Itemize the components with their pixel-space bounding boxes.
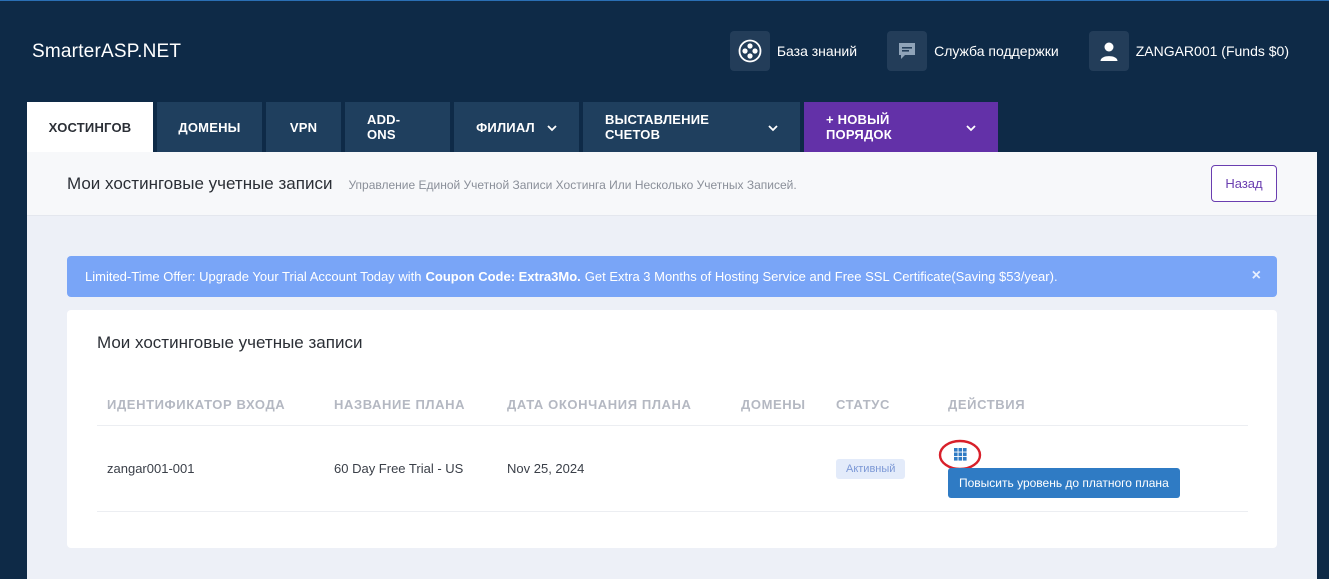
alert-text: Limited-Time Offer: Upgrade Your Trial A… (85, 269, 422, 284)
tab-label: ДОМЕНЫ (178, 119, 241, 135)
top-links: База знаний Служба поддержки ZANGAR001 (… (700, 31, 1289, 71)
tab-new-order[interactable]: + НОВЫЙ ПОРЯДОК (804, 102, 998, 152)
tab-label: ФИЛИАЛ (476, 119, 535, 135)
tab-label: + НОВЫЙ ПОРЯДОК (826, 112, 892, 142)
content-panel: Мои хостинговые учетные записи Управлени… (27, 152, 1317, 579)
tab-hosting[interactable]: ХОСТИНГОВ (27, 102, 153, 152)
tab-label: ADD-ONS (367, 112, 401, 142)
chevron-down-icon (768, 120, 778, 135)
column-header: НАЗВАНИЕ ПЛАНА (324, 397, 497, 426)
card-title: Мои хостинговые учетные записи (97, 333, 363, 352)
account-link[interactable]: ZANGAR001 (Funds $0) (1088, 31, 1289, 71)
close-icon[interactable]: × (1252, 267, 1261, 285)
chat-bubble-icon (887, 31, 928, 71)
brand-logo[interactable]: SmarterASP.NET (32, 41, 181, 63)
tab-label: VPN (289, 119, 318, 135)
page-subtitle: Управление Единой Учетной Записи Хостинг… (348, 177, 797, 192)
column-header: ДОМЕНЫ (731, 397, 826, 426)
tab-billing[interactable]: ВЫСТАВЛЕНИЕ СЧЕТОВ (583, 102, 800, 152)
tab-addons[interactable]: ADD-ONS (345, 102, 450, 152)
accounts-card: Мои хостинговые учетные записи ИДЕНТИФИК… (67, 310, 1277, 548)
table-row: zangar001-001 60 Day Free Trial - US Nov… (97, 425, 1248, 512)
support-label: Служба поддержки (934, 43, 1059, 59)
knowledge-base-label: База знаний (776, 43, 858, 59)
chevron-down-icon (966, 120, 976, 135)
column-header: ДАТА ОКОНЧАНИЯ ПЛАНА (497, 397, 731, 426)
tab-label: ХОСТИНГОВ (48, 119, 132, 135)
login-id-cell: zangar001-001 (97, 425, 324, 512)
account-label: ZANGAR001 (Funds $0) (1135, 43, 1289, 59)
promo-alert: Limited-Time Offer: Upgrade Your Trial A… (67, 256, 1277, 297)
column-header: ДЕЙСТВИЯ (938, 397, 1248, 426)
alert-coupon: Coupon Code: Extra3Mo. (425, 269, 581, 284)
alert-text-after: Get Extra 3 Months of Hosting Service an… (584, 269, 1058, 284)
accounts-table: ИДЕНТИФИКАТОР ВХОДА НАЗВАНИЕ ПЛАНА ДАТА … (97, 397, 1248, 512)
page-title: Мои хостинговые учетные записи (67, 173, 333, 193)
status-badge: Активный (836, 458, 906, 479)
main-tabs: ХОСТИНГОВ ДОМЕНЫ VPN ADD-ONS ФИЛИАЛ ВЫСТ… (27, 102, 1002, 152)
support-link[interactable]: Служба поддержки (887, 31, 1059, 71)
knowledge-base-icon (729, 31, 770, 71)
tab-vpn[interactable]: VPN (266, 102, 341, 152)
plan-name-cell: 60 Day Free Trial - US (324, 425, 497, 512)
column-header: ИДЕНТИФИКАТОР ВХОДА (97, 397, 324, 426)
user-icon (1088, 31, 1129, 71)
actions-cell: Повысить уровень до платного плана (938, 425, 1248, 512)
page-header: Мои хостинговые учетные записи Управлени… (27, 152, 1317, 216)
chevron-down-icon (547, 120, 557, 135)
upgrade-tooltip[interactable]: Повысить уровень до платного плана (948, 468, 1180, 498)
domains-cell (731, 425, 826, 512)
status-cell: Активный (826, 425, 938, 512)
back-button[interactable]: Назад (1211, 165, 1277, 202)
tab-label: ВЫСТАВЛЕНИЕ СЧЕТОВ (605, 112, 710, 142)
tab-domains[interactable]: ДОМЕНЫ (157, 102, 262, 152)
column-header: СТАТУС (826, 397, 938, 426)
knowledge-base-link[interactable]: База знаний (729, 31, 858, 71)
table-header-row: ИДЕНТИФИКАТОР ВХОДА НАЗВАНИЕ ПЛАНА ДАТА … (97, 397, 1248, 426)
expiry-date-cell: Nov 25, 2024 (497, 425, 731, 512)
tab-affiliate[interactable]: ФИЛИАЛ (454, 102, 579, 152)
